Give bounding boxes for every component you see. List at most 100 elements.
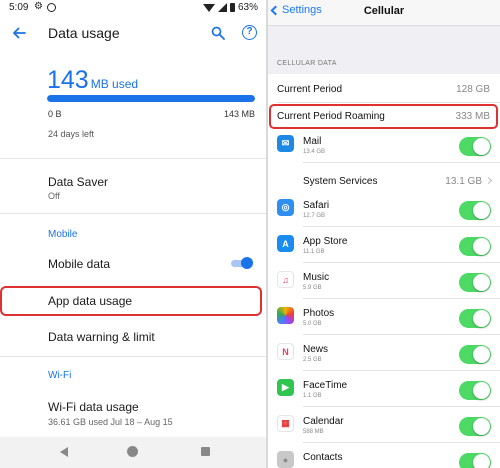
app-name: Photos — [303, 308, 335, 319]
usage-progress-bar — [47, 95, 255, 102]
section-mobile: Mobile — [48, 229, 78, 240]
settings-gear-icon: ⚙ — [34, 1, 43, 12]
separator — [303, 442, 500, 443]
toggle-knob — [473, 346, 490, 363]
separator — [303, 226, 500, 227]
app-store-icon: A — [277, 235, 294, 252]
data-saver-label: Data Saver — [48, 175, 109, 189]
battery-percent: 63% — [237, 2, 258, 13]
separator — [303, 334, 500, 335]
mail-icon: ✉ — [277, 135, 294, 152]
nav-back-icon[interactable] — [60, 447, 68, 457]
divider — [0, 213, 266, 214]
system-services-label: System Services — [303, 176, 378, 187]
separator — [277, 102, 500, 103]
app-cellular-toggle[interactable] — [459, 381, 491, 400]
system-services-value: 13.1 GB — [445, 176, 482, 187]
ios-nav-bar: Settings Cellular — [268, 0, 500, 26]
photos-icon — [277, 307, 294, 324]
back-arrow-icon[interactable] — [11, 25, 27, 41]
toggle-knob — [473, 274, 490, 291]
separator — [303, 406, 500, 407]
app-name: Music — [303, 272, 330, 283]
app-name: FaceTime — [303, 380, 348, 391]
usage-value: 143 — [47, 66, 89, 94]
contacts-icon: ● — [277, 451, 294, 468]
app-name: Mail — [303, 136, 322, 147]
highlight-box — [0, 286, 262, 316]
android-navigation-bar — [0, 437, 266, 468]
app-cellular-toggle[interactable] — [459, 273, 491, 292]
app-cellular-toggle[interactable] — [459, 309, 491, 328]
facetime-icon: ▶ — [277, 379, 294, 396]
app-data-size: 2.5 GB — [303, 357, 322, 363]
wifi-icon — [202, 3, 215, 12]
app-name: Contacts — [303, 452, 343, 463]
app-name: Calendar — [303, 416, 344, 427]
divider — [0, 356, 266, 357]
android-data-usage-screen: 5:09 ⚙ 63% Data usage ? 143 MB used 0 B 1… — [0, 0, 266, 468]
app-cellular-toggle[interactable] — [459, 201, 491, 220]
app-cellular-toggle[interactable] — [459, 345, 491, 364]
data-saver-status-icon — [47, 3, 56, 12]
app-data-size: 12.7 GB — [303, 213, 326, 219]
current-period-label: Current Period — [277, 84, 343, 95]
data-saver-status: Off — [48, 191, 60, 201]
app-data-size: 5.0 GB — [303, 321, 322, 327]
toggle-knob — [473, 418, 490, 435]
toggle-thumb — [241, 257, 253, 269]
app-name: App Store — [303, 236, 348, 247]
music-icon: ♫ — [277, 271, 294, 288]
usage-summary: 143 MB used — [47, 66, 138, 95]
current-period-value: 128 GB — [456, 84, 490, 95]
nav-recents-icon[interactable] — [201, 447, 210, 456]
section-header: CELLULAR DATA — [277, 60, 337, 67]
status-time: 5:09 — [9, 2, 29, 13]
usage-bar-max: 143 MB — [223, 109, 255, 119]
usage-unit: MB used — [90, 77, 139, 91]
toggle-knob — [473, 454, 490, 468]
data-warning-label: Data warning & limit — [48, 330, 155, 344]
mobile-data-label: Mobile data — [48, 257, 111, 271]
app-cellular-toggle[interactable] — [459, 137, 491, 156]
separator — [303, 298, 500, 299]
separator — [303, 370, 500, 371]
separator — [303, 262, 500, 263]
safari-icon: ◎ — [277, 199, 294, 216]
toggle-knob — [473, 138, 490, 155]
app-data-size: 13.4 GB — [303, 149, 326, 155]
battery-icon — [229, 3, 235, 12]
status-indicators: 63% — [202, 2, 258, 13]
nav-home-icon[interactable] — [127, 446, 138, 457]
wifi-usage-detail: 36.61 GB used Jul 18 – Aug 15 — [48, 417, 173, 427]
usage-bar-min: 0 B — [48, 109, 62, 119]
android-status-bar: 5:09 ⚙ 63% — [0, 0, 266, 16]
page-title: Cellular — [363, 5, 405, 17]
app-cellular-toggle[interactable] — [459, 237, 491, 256]
mobile-data-toggle[interactable] — [231, 257, 253, 269]
separator — [303, 162, 500, 163]
android-app-bar: Data usage ? — [0, 18, 266, 50]
page-title: Data usage — [48, 25, 120, 41]
wifi-usage-label: Wi-Fi data usage — [48, 400, 139, 414]
chevron-right-icon — [484, 176, 493, 185]
days-left: 24 days left — [48, 129, 95, 139]
toggle-knob — [473, 202, 490, 219]
app-data-size: 1.1 GB — [303, 393, 322, 399]
app-cellular-toggle[interactable] — [459, 453, 491, 468]
search-icon[interactable] — [211, 26, 225, 40]
highlight-box — [269, 104, 498, 129]
news-icon: N — [277, 343, 294, 360]
signal-icon — [217, 3, 227, 12]
app-data-size: 588 MB — [303, 429, 324, 435]
app-data-size: 5.9 GB — [303, 285, 322, 291]
usage-progress-fill — [47, 95, 255, 102]
divider — [0, 158, 266, 159]
help-icon[interactable]: ? — [242, 25, 257, 40]
app-cellular-toggle[interactable] — [459, 417, 491, 436]
app-name: News — [303, 344, 329, 355]
calendar-icon: ▦ — [277, 415, 294, 432]
app-name: Safari — [303, 200, 330, 211]
toggle-knob — [473, 310, 490, 327]
app-data-size: 11.1 GB — [303, 249, 325, 255]
